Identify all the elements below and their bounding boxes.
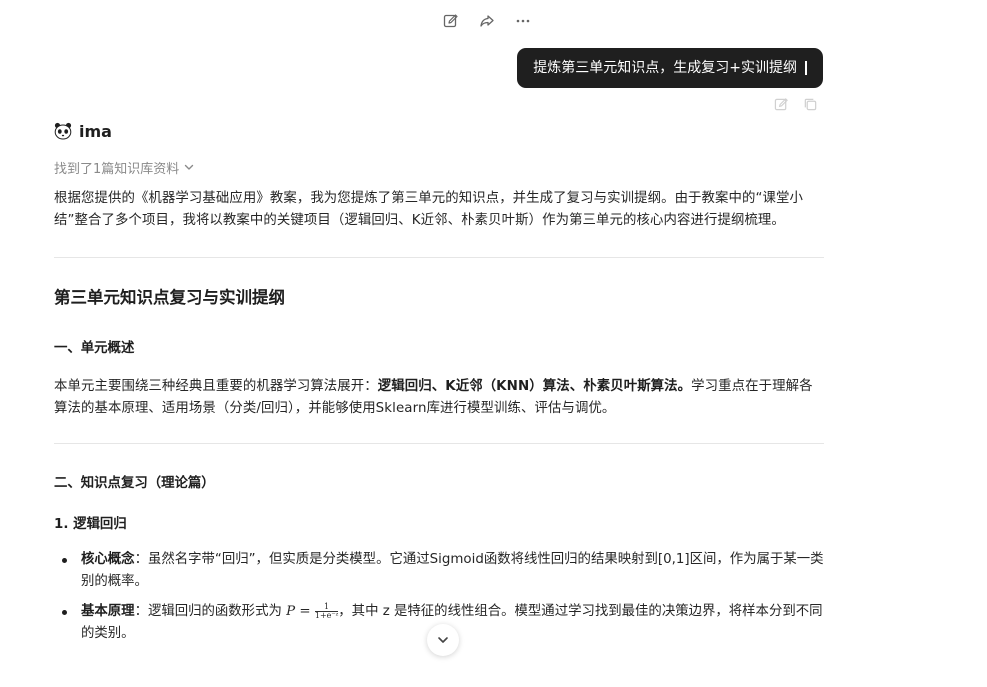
text-cursor: [805, 61, 807, 75]
point-label: 核心概念: [81, 552, 135, 567]
edit-icon: [443, 14, 458, 28]
user-message-bubble: 提炼第三单元知识点，生成复习+实训提纲: [517, 48, 823, 88]
bottom-fade: [0, 639, 987, 687]
chevron-down-icon: [438, 637, 448, 643]
formula-fraction: 1 1+e⁻ᶻ: [314, 603, 339, 620]
edit-message-icon: [774, 98, 788, 111]
assistant-answer: ima 找到了1篇知识库资料 根据您提供的《机器学习基础应用》教案，我为您提炼了…: [54, 118, 824, 645]
user-message-actions: [774, 97, 818, 116]
formula-lhs: P =: [286, 604, 311, 619]
formula: P = 1 1+e⁻ᶻ: [286, 603, 339, 620]
overview-text-before: 本单元主要围绕三种经典且重要的机器学习算法展开：: [54, 379, 378, 394]
share-icon: [480, 15, 494, 27]
divider: [54, 443, 824, 444]
doc-title: 第三单元知识点复习与实训提纲: [54, 288, 285, 307]
assistant-name: ima: [79, 121, 112, 141]
point-text: ：虽然名字带“回归”，但实质是分类模型。它通过Sigmoid函数将线性回归的结果…: [81, 552, 824, 589]
formula-denominator: 1+e⁻ᶻ: [314, 611, 339, 620]
divider: [54, 257, 824, 258]
copy-icon: [804, 98, 817, 111]
list-item: 核心概念：虽然名字带“回归”，但实质是分类模型。它通过Sigmoid函数将线性回…: [54, 549, 824, 593]
section-heading-theory: 二、知识点复习（理论篇）: [54, 476, 215, 491]
panda-icon: [54, 122, 72, 140]
more-button[interactable]: [514, 11, 532, 31]
overview-paragraph: 本单元主要围绕三种经典且重要的机器学习算法展开：逻辑回归、K近邻（KNN）算法、…: [54, 376, 824, 420]
subheading-logistic-regression: 1. 逻辑回归: [54, 517, 127, 532]
knowledge-base-toggle[interactable]: 找到了1篇知识库资料: [54, 157, 824, 177]
knowledge-base-label: 找到了1篇知识库资料: [54, 161, 180, 177]
assistant-header: ima: [54, 118, 824, 144]
message-toolbar: [442, 11, 532, 31]
more-icon: [516, 19, 530, 23]
point-text: ：逻辑回归的函数形式为: [134, 604, 287, 619]
chevron-down-icon: [185, 164, 194, 170]
copy-message-button[interactable]: [803, 97, 818, 116]
edit-message-button[interactable]: [774, 97, 789, 116]
point-label: 基本原理: [81, 604, 135, 619]
share-button[interactable]: [478, 11, 496, 31]
scroll-to-bottom-button[interactable]: [427, 624, 459, 656]
overview-algorithms: 逻辑回归、K近邻（KNN）算法、朴素贝叶斯算法。: [377, 379, 692, 394]
intro-paragraph: 根据您提供的《机器学习基础应用》教案，我为您提炼了第三单元的知识点，并生成了复习…: [54, 191, 804, 228]
section-heading-overview: 一、单元概述: [54, 341, 135, 356]
edit-button[interactable]: [442, 11, 460, 31]
user-message-text: 提炼第三单元知识点，生成复习+实训提纲: [533, 60, 797, 76]
